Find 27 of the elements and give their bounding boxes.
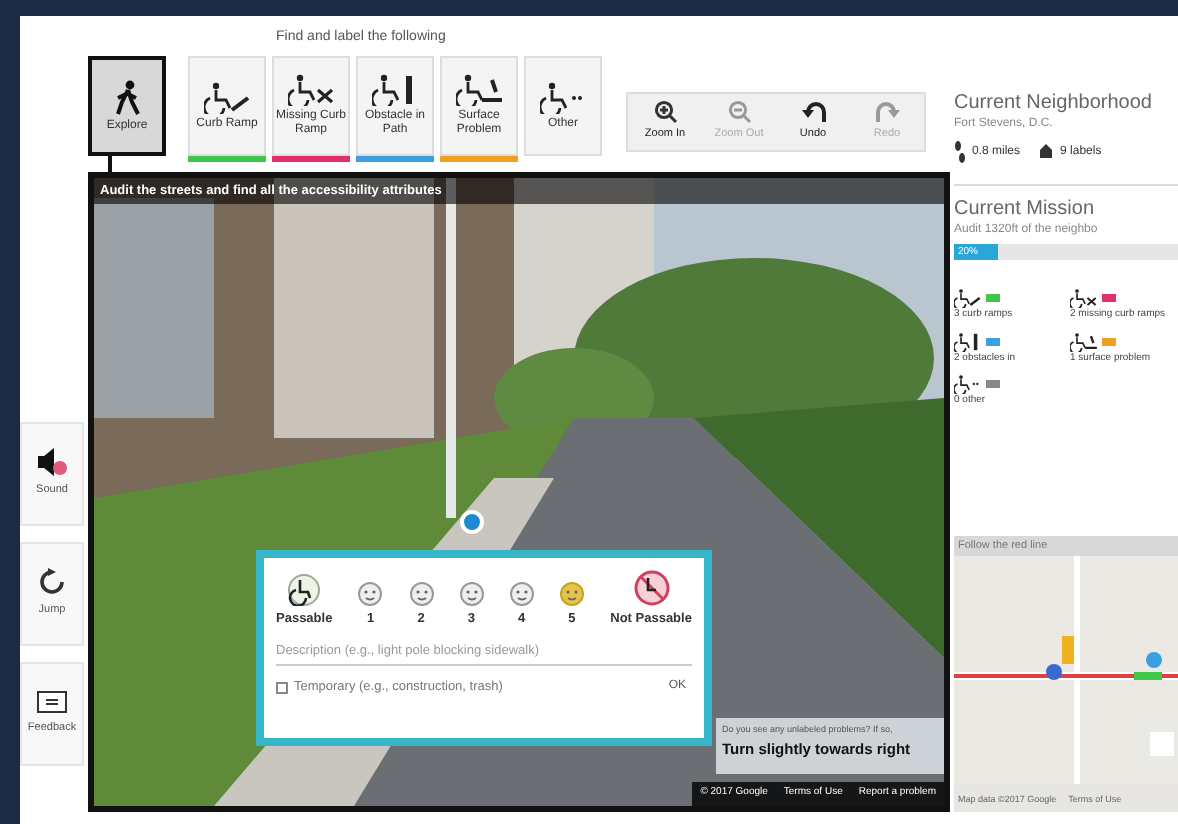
face-icon — [559, 582, 584, 606]
wheelchair-icon — [288, 574, 321, 606]
wheelchair-pole-icon — [954, 331, 982, 351]
wheelchair-ramp-icon — [954, 288, 982, 308]
face-icon — [409, 582, 433, 606]
face-icon — [459, 582, 484, 606]
temporary-checkbox[interactable] — [276, 681, 288, 694]
feedback-icon — [36, 690, 68, 715]
face-icon — [509, 582, 534, 606]
mission-title: Current Mission — [954, 198, 1097, 222]
face-icon — [358, 582, 383, 606]
zoom-out-icon — [727, 100, 751, 125]
refresh-icon — [40, 568, 64, 597]
zoom-in-icon — [653, 100, 677, 125]
walking-person-icon — [113, 79, 141, 115]
footsteps-icon — [954, 140, 966, 164]
wheelchair-dots-icon — [954, 374, 982, 394]
wheelchair-blocked-icon — [287, 74, 335, 106]
speaker-icon — [36, 448, 68, 477]
wheelchair-blocked-icon — [1070, 288, 1098, 308]
undo-icon — [801, 100, 825, 125]
wheelchair-bump-icon — [455, 74, 503, 106]
wheelchair-bump-icon — [1070, 331, 1098, 351]
wheelchair-dots-icon — [539, 81, 587, 113]
wheelchair-ramp-icon — [203, 81, 251, 113]
neighborhood-title: Current Neighborhood — [954, 92, 1154, 116]
redo-icon — [875, 100, 899, 125]
